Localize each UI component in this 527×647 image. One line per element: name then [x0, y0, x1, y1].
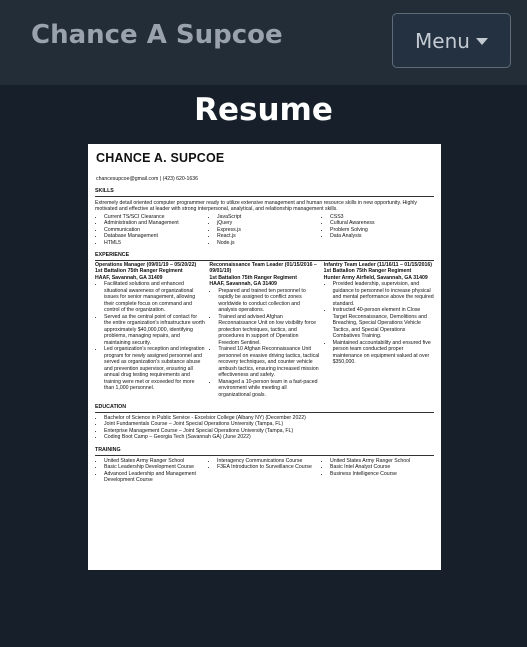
resume-image: CHANCE A. SUPCOE chancesupcoe@gmail.com …	[88, 144, 441, 570]
job-bullet: Instructed 40-person element in Close Ta…	[333, 307, 434, 340]
skills-heading: SKILLS	[95, 188, 434, 197]
training-heading: TRAINING	[95, 447, 434, 456]
skills-list: Current TS/SCI Clearance Administration …	[95, 214, 434, 247]
job-bullet: Trained and advised Afghan Reconnaissanc…	[218, 314, 319, 347]
skills-summary: Extremely detail oriented computer progr…	[95, 199, 417, 213]
training-item: Business Intelligence Course	[330, 471, 434, 478]
resume-name: CHANCE A. SUPCOE	[96, 151, 225, 165]
experience-heading: EXPERIENCE	[95, 252, 434, 261]
job-bullet: Trained 10 Afghan Reconnaissance Unit pe…	[218, 346, 319, 379]
resume-contact: chancesupcoe@gmail.com | (423) 620-1636	[96, 175, 199, 182]
job-entry: Operations Manager (09/01/19 – 05/20/22)…	[95, 262, 209, 399]
menu-label: Menu	[415, 28, 470, 53]
education-heading: EDUCATION	[95, 404, 434, 413]
job-bullet: Maintained accountability and ensured fi…	[333, 340, 434, 366]
job-entry: Reconnaissance Team Leader (01/15/2016 –…	[209, 262, 323, 399]
skill-item: Node.js	[217, 240, 321, 247]
job-bullet: Led organization's reception and integra…	[104, 346, 205, 392]
job-bullet: Provided leadership, supervision, and gu…	[333, 281, 434, 307]
caret-down-icon	[475, 38, 488, 45]
training-list: United States Army Ranger School Basic L…	[95, 458, 434, 484]
job-title: Reconnaissance Team Leader (01/15/2016 –…	[209, 261, 317, 275]
job-bullet: Facilitated solutions and enhanced situa…	[104, 281, 205, 314]
job-bullet: Served as the central point of contact f…	[104, 314, 205, 347]
experience-columns: Operations Manager (09/01/19 – 05/20/22)…	[95, 262, 434, 399]
skill-item: Data Analysis	[330, 233, 434, 240]
training-item: F3EA Introduction to Surveillance Course	[217, 464, 321, 471]
menu-button[interactable]: Menu	[392, 13, 511, 68]
job-entry: Infantry Team Leader (11/16/11 – 01/15/2…	[324, 262, 434, 399]
navbar: Chance A Supcoe Menu	[0, 0, 527, 85]
page-title: Resume	[194, 92, 333, 128]
education-item: Coding Boot Camp – Georgia Tech (Savanna…	[104, 434, 434, 441]
skill-item: HTML5	[104, 240, 208, 247]
brand-link[interactable]: Chance A Supcoe	[31, 20, 283, 50]
job-bullet: Managed a 10-person team in a fast-paced…	[218, 379, 319, 399]
job-bullet: Prepared and trained ten personnel to ra…	[218, 288, 319, 314]
training-item: Advanced Leadership and Management Devel…	[104, 471, 208, 484]
training-item: Basic Leadership Development Course	[104, 464, 208, 471]
education-list: Bachelor of Science in Public Service - …	[95, 415, 434, 441]
